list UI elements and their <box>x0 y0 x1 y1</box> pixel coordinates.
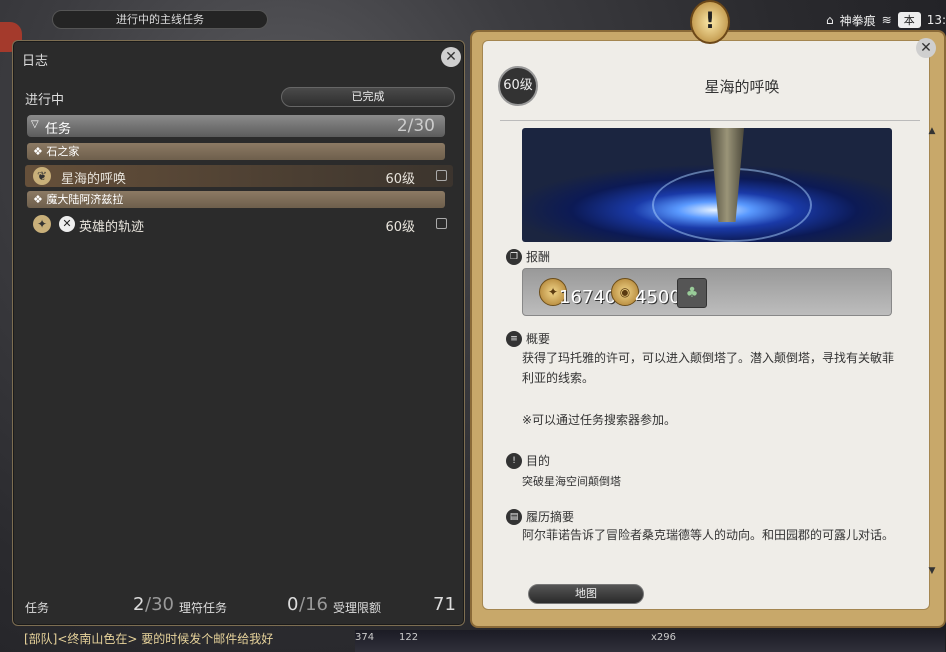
status-bar: ⌂ 神拳痕 ≋ 本 13: <box>826 11 946 29</box>
hotbar[interactable]: 374 122 x296 <box>355 630 945 652</box>
category-label: 石之家 <box>46 145 80 158</box>
journal-tabs: 进行中 已完成 <box>25 87 455 108</box>
quest-checkbox[interactable] <box>436 218 447 229</box>
level-badge: 60级 <box>498 66 538 106</box>
home-icon: ⌂ <box>825 13 834 27</box>
quest-row[interactable]: ✦ ✕ 英雄的轨迹 60级 <box>25 213 453 235</box>
history-label: 履历摘要 <box>526 510 575 524</box>
quest-level: 60级 <box>385 172 415 187</box>
item-icon[interactable]: ♣ <box>677 278 707 308</box>
journal-footer: 任务 2 /30 理符任务 0 /16 受理限额 71 <box>25 594 456 619</box>
scroll-down-icon[interactable]: ▼ <box>927 566 937 576</box>
summary-header: ≡ 概要 <box>506 330 550 347</box>
map-button[interactable]: 地图 <box>528 584 644 604</box>
main-quest-icon: ❦ <box>33 167 51 185</box>
reward-header: ❐ 报酬 <box>506 248 550 265</box>
location-label: 神拳痕 <box>839 13 876 28</box>
quest-group-label: 任务 <box>45 122 72 137</box>
quest-banner-image <box>522 128 892 242</box>
chat-line: [部队]<终南山色在> 要的时候发个邮件给我好 <box>24 632 274 646</box>
quest-name: 英雄的轨迹 <box>79 220 145 235</box>
category-header[interactable]: ❖ 魔大陆阿济兹拉 <box>27 191 445 208</box>
quest-group-count: 2/30 <box>396 116 435 136</box>
reward-label: 报酬 <box>526 250 551 264</box>
gil-value: 4500 <box>635 287 681 308</box>
wifi-icon: ≋ <box>881 13 892 27</box>
journal-title: 日志 <box>22 54 49 69</box>
quest-checkbox[interactable] <box>436 170 447 181</box>
objective-icon: ! <box>506 452 522 469</box>
main-quest-bar[interactable]: 进行中的主线任务 <box>52 10 268 29</box>
allowance-label: 受理限额 <box>333 601 382 615</box>
summary-icon: ≡ <box>506 330 522 347</box>
reward-icon: ❐ <box>506 248 522 265</box>
close-icon[interactable]: ✕ <box>916 38 936 58</box>
quest-level: 60级 <box>385 220 415 235</box>
quest-title: 星海的呼唤 <box>704 78 780 96</box>
category-label: 魔大陆阿济兹拉 <box>46 193 124 206</box>
exp-value: 16740 <box>559 287 617 308</box>
journal-window: 日志 ✕ 进行中 已完成 ▽ 任务 2/30 ❖ 石之家 ❦ 星海的呼唤 60级… <box>12 40 465 626</box>
history-text: 阿尔菲诺告诉了冒险者桑克瑞德等人的动向。和田园郡的可露儿对话。 <box>522 528 895 542</box>
reward-box: ✦ 16740 ◉ 4500 ♣ <box>522 268 892 316</box>
hotbar-value: 374 <box>355 632 375 643</box>
quests-label: 任务 <box>25 601 50 615</box>
objective-header: ! 目的 <box>506 452 550 469</box>
scroll-up-icon[interactable]: ▲ <box>927 126 937 136</box>
clock: 13: <box>926 13 946 27</box>
alert-icon: ! <box>690 0 730 44</box>
summary-note: ※可以通过任务搜索器参加。 <box>522 413 677 427</box>
quests-count: 2 <box>133 594 145 615</box>
main-quest-icon: ✦ <box>33 215 51 233</box>
summary-label: 概要 <box>526 332 551 346</box>
close-icon[interactable]: ✕ <box>441 47 461 67</box>
tab-completed[interactable]: 已完成 <box>281 87 455 107</box>
history-icon: ▤ <box>506 508 522 525</box>
levequests-label: 理符任务 <box>179 601 228 615</box>
quest-detail-window: ✕ 60级 星海的呼唤 ▲ ▼ ❐ 报酬 ✦ 16740 ◉ 4500 ♣ ≡ … <box>470 30 946 628</box>
objective-text: 突破星海空间颠倒塔 <box>522 475 621 488</box>
objective-label: 目的 <box>526 454 551 468</box>
quests-max: /30 <box>145 594 174 615</box>
levequests-count: 0 <box>287 594 299 615</box>
blocked-icon: ✕ <box>59 216 75 232</box>
quest-group-header[interactable]: ▽ 任务 2/30 <box>27 115 445 137</box>
tab-in-progress[interactable]: 进行中 <box>25 89 64 108</box>
quest-row[interactable]: ❦ 星海的呼唤 60级 <box>25 165 453 187</box>
allowance-value: 71 <box>433 594 456 615</box>
server-badge: 本 <box>897 12 921 28</box>
hotbar-value: 122 <box>399 632 419 643</box>
category-header[interactable]: ❖ 石之家 <box>27 143 445 160</box>
levequests-max: /16 <box>299 594 328 615</box>
hotbar-value: x296 <box>651 632 677 643</box>
quest-name: 星海的呼唤 <box>61 172 127 187</box>
history-header: ▤ 履历摘要 <box>506 508 574 525</box>
summary-text: 获得了玛托雅的许可，可以进入颠倒塔了。潜入颠倒塔，寻找有关敏菲利亚的线索。 <box>522 351 895 385</box>
divider <box>500 120 920 121</box>
chevron-down-icon: ▽ <box>31 119 39 130</box>
